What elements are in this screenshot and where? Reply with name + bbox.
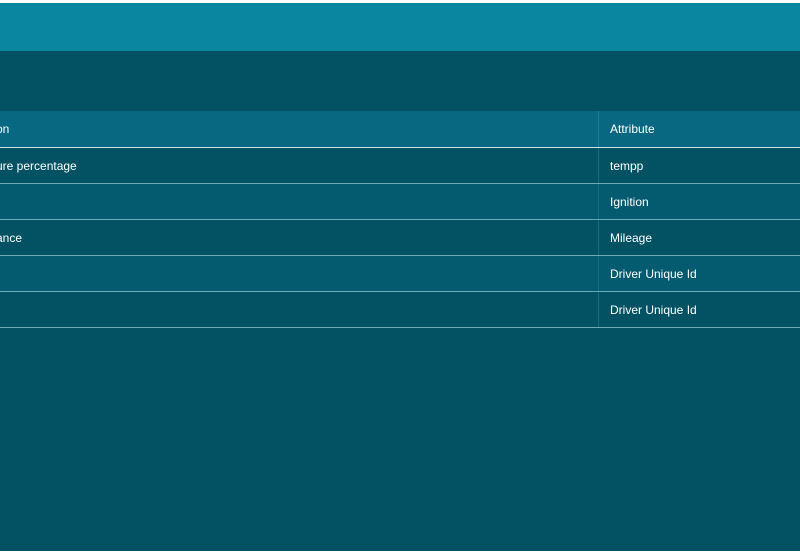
table-row[interactable]: Driver Unique Id [0,256,800,292]
attribute-cell: tempp [598,148,800,183]
description-cell [0,292,598,327]
description-text: ance [0,230,23,245]
attribute-text: Driver Unique Id [610,302,697,317]
attribute-cell: Driver Unique Id [598,256,800,291]
description-cell: ure percentage [0,148,598,183]
title-bar [0,3,800,51]
column-header-attribute-label: Attribute [610,122,655,136]
attribute-text: Mileage [610,230,653,245]
attribute-cell: Driver Unique Id [598,292,800,327]
table-row[interactable]: ance Mileage [0,220,800,256]
description-cell [0,184,598,219]
table-row[interactable]: Ignition [0,184,800,220]
description-cell: ance [0,220,598,255]
table-header-row: on Attribute [0,111,800,148]
description-text: ure percentage [0,158,77,173]
column-header-description-label: on [0,122,10,136]
attribute-cell: Ignition [598,184,800,219]
app-window: on Attribute ure percentage tempp Igniti… [0,3,800,551]
attribute-text: tempp [610,158,644,173]
table-row[interactable]: Driver Unique Id [0,292,800,328]
toolbar-area [0,51,800,111]
attribute-text: Ignition [610,194,649,209]
attribute-text: Driver Unique Id [610,266,697,281]
table-row[interactable]: ure percentage tempp [0,148,800,184]
column-header-description[interactable]: on [0,111,598,147]
column-header-attribute[interactable]: Attribute [598,111,800,147]
attribute-cell: Mileage [598,220,800,255]
attributes-table: on Attribute ure percentage tempp Igniti… [0,111,800,328]
description-cell [0,256,598,291]
